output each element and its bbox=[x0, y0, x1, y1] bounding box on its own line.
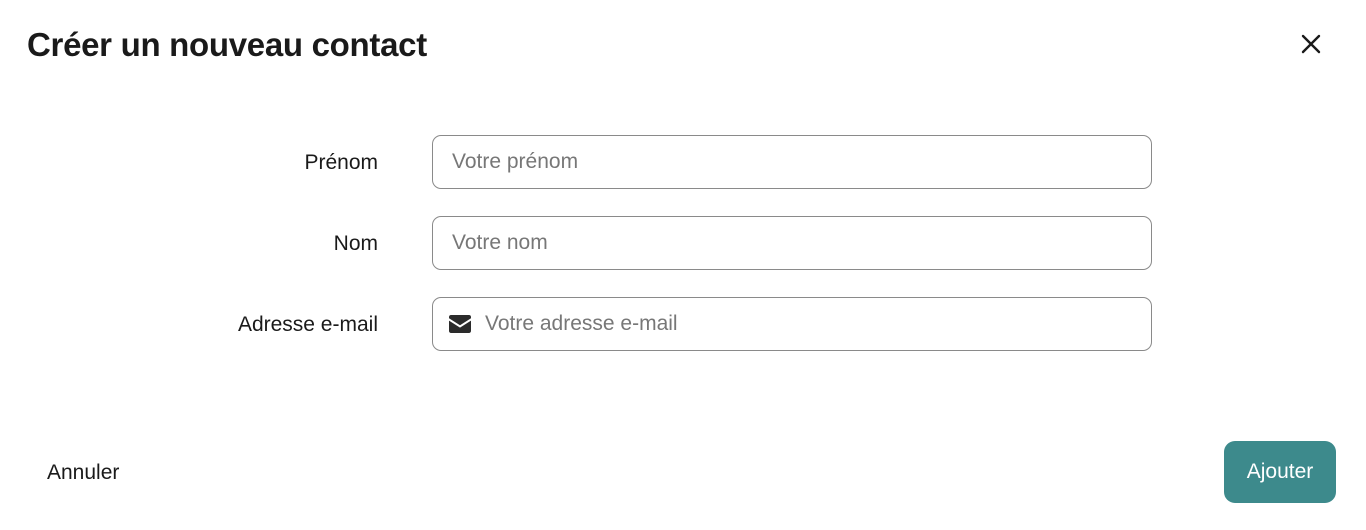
last-name-label: Nom bbox=[333, 232, 378, 255]
create-contact-dialog: Créer un nouveau contact Prénom Nom Adre… bbox=[0, 0, 1366, 530]
cancel-button[interactable]: Annuler bbox=[47, 453, 119, 493]
last-name-input-box[interactable] bbox=[432, 216, 1152, 270]
first-name-row: Prénom bbox=[0, 135, 1366, 189]
add-button[interactable]: Ajouter bbox=[1224, 441, 1336, 503]
dialog-title: Créer un nouveau contact bbox=[27, 26, 427, 63]
email-label: Adresse e-mail bbox=[237, 313, 378, 336]
first-name-input-box[interactable] bbox=[432, 135, 1152, 189]
first-name-label: Prénom bbox=[304, 151, 378, 174]
close-button[interactable] bbox=[1294, 28, 1328, 62]
first-name-input[interactable] bbox=[433, 136, 1151, 188]
close-icon bbox=[1301, 34, 1321, 57]
email-input-box[interactable] bbox=[432, 297, 1152, 351]
email-row: Adresse e-mail bbox=[0, 297, 1366, 351]
last-name-row: Nom bbox=[0, 216, 1366, 270]
last-name-input[interactable] bbox=[433, 217, 1151, 269]
envelope-icon bbox=[449, 315, 471, 333]
email-input[interactable] bbox=[471, 298, 1151, 350]
